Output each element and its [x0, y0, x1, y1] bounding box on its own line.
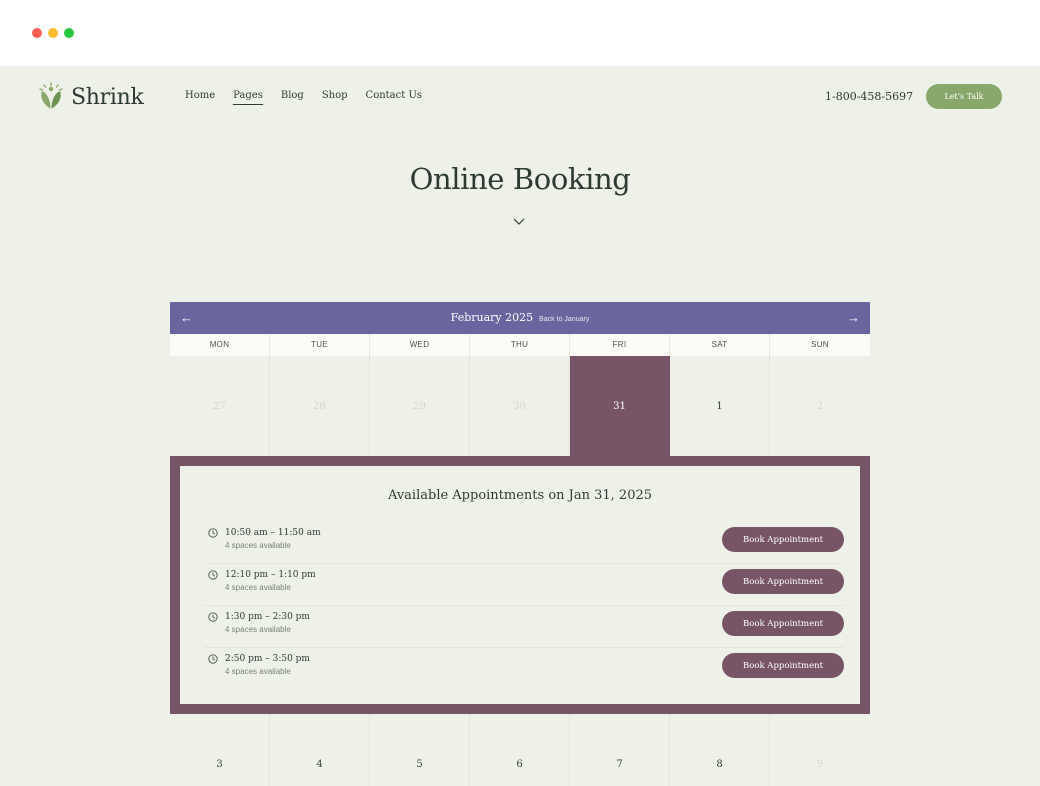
calendar-day[interactable]: 7 [570, 714, 670, 786]
calendar-day-selected[interactable]: 31 [570, 356, 670, 456]
calendar-day-unavailable: 2 [816, 400, 824, 412]
calendar-day-past: 30 [470, 356, 570, 456]
appointments-card: Available Appointments on Jan 31, 2025 1… [180, 466, 860, 704]
slot-spaces: 4 spaces available [225, 583, 291, 592]
back-to-previous-month-link[interactable]: Back to January [539, 316, 589, 323]
appointment-slot: 1:30 pm – 2:30 pm 4 spaces available Boo… [204, 606, 844, 648]
page-title: Online Booking [409, 162, 631, 196]
browser-chrome [0, 0, 1040, 66]
weekday-fri: FRI [570, 334, 670, 356]
calendar-day-past: 29 [370, 356, 470, 456]
next-month-arrow-icon[interactable]: → [847, 310, 860, 326]
slot-time: 12:10 pm – 1:10 pm [225, 570, 316, 580]
weekday-header-row: MON TUE WED THU FRI SAT SUN [170, 334, 870, 356]
chevron-down-icon[interactable] [512, 216, 526, 226]
calendar-day-unavailable: 9 [816, 758, 824, 770]
book-appointment-button[interactable]: Book Appointment [722, 569, 844, 594]
nav-item-home[interactable]: Home [185, 90, 215, 105]
site-logo[interactable]: Shrink [37, 82, 144, 112]
slot-spaces: 4 spaces available [225, 541, 291, 550]
book-appointment-button[interactable]: Book Appointment [722, 653, 844, 678]
appointment-slot: 12:10 pm – 1:10 pm 4 spaces available Bo… [204, 564, 844, 606]
weekday-thu: THU [470, 334, 570, 356]
book-appointment-button[interactable]: Book Appointment [722, 611, 844, 636]
calendar-day-past: 27 [170, 356, 270, 456]
month-label: February 2025 [450, 311, 534, 324]
window-minimize-dot[interactable] [48, 28, 58, 38]
calendar-day[interactable]: 1 [670, 356, 770, 456]
weekday-tue: TUE [270, 334, 370, 356]
slot-time: 10:50 am – 11:50 am [225, 528, 321, 538]
appointment-slot: 2:50 pm – 3:50 pm 4 spaces available Boo… [204, 648, 844, 690]
slot-spaces: 4 spaces available [225, 667, 291, 676]
clock-icon [208, 570, 218, 580]
calendar-day[interactable]: 6 [470, 714, 570, 786]
slot-time: 2:50 pm – 3:50 pm [225, 654, 310, 664]
logo-text: Shrink [71, 84, 144, 110]
main-nav: Home Pages Blog Shop Contact Us [185, 90, 440, 105]
lets-talk-button[interactable]: Let's Talk [926, 84, 1002, 109]
calendar-header: ← February 2025 Back to January → [170, 302, 870, 334]
clock-icon [208, 654, 218, 664]
appointment-slot: 10:50 am – 11:50 am 4 spaces available B… [204, 522, 844, 564]
book-appointment-button[interactable]: Book Appointment [722, 527, 844, 552]
nav-item-blog[interactable]: Blog [281, 90, 304, 105]
booking-calendar: ← February 2025 Back to January → MON TUE… [170, 302, 870, 786]
calendar-day[interactable]: 5 [370, 714, 470, 786]
phone-number[interactable]: 1-800-458-5697 [825, 90, 913, 103]
appointments-panel: Available Appointments on Jan 31, 2025 1… [170, 456, 870, 714]
page: Shrink Home Pages Blog Shop Contact Us 1… [0, 66, 1040, 786]
calendar-day-past: 28 [270, 356, 370, 456]
weekday-mon: MON [170, 334, 270, 356]
calendar-day[interactable]: 8 [670, 714, 770, 786]
window-maximize-dot[interactable] [64, 28, 74, 38]
slot-spaces: 4 spaces available [225, 625, 291, 634]
calendar-week-row: 27 28 29 30 31 1 2 [170, 356, 870, 456]
nav-item-pages[interactable]: Pages [233, 90, 263, 105]
clock-icon [208, 528, 218, 538]
weekday-sun: SUN [811, 340, 829, 349]
appointments-title: Available Appointments on Jan 31, 2025 [387, 488, 653, 503]
weekday-wed: WED [370, 334, 470, 356]
weekday-sat: SAT [670, 334, 770, 356]
calendar-day[interactable]: 4 [270, 714, 370, 786]
nav-item-contact-us[interactable]: Contact Us [366, 90, 422, 105]
nav-item-shop[interactable]: Shop [322, 90, 348, 105]
calendar-week-row: 3 4 5 6 7 8 9 [170, 714, 870, 786]
leaf-logo-icon [39, 82, 63, 109]
calendar-month: February 2025 Back to January [170, 311, 870, 324]
clock-icon [208, 612, 218, 622]
appointment-slot-list: 10:50 am – 11:50 am 4 spaces available B… [204, 522, 844, 690]
calendar-day[interactable]: 3 [170, 714, 270, 786]
slot-time: 1:30 pm – 2:30 pm [225, 612, 310, 622]
window-close-dot[interactable] [32, 28, 42, 38]
